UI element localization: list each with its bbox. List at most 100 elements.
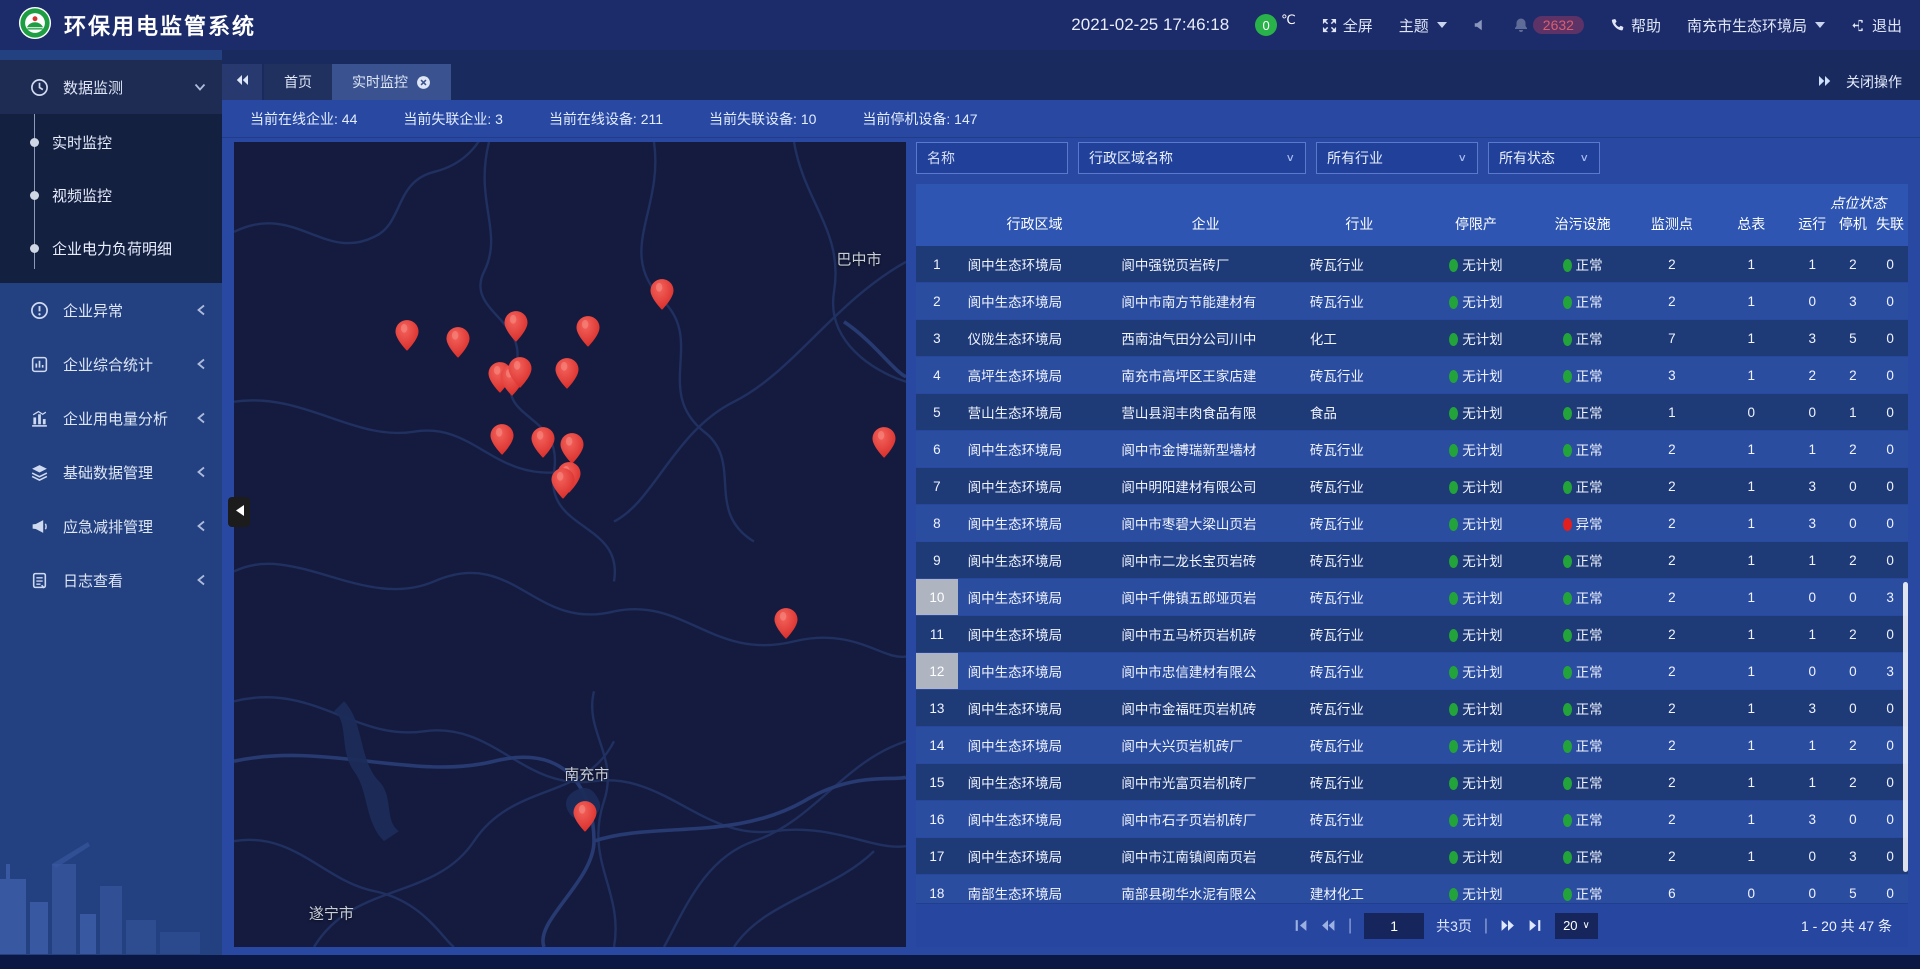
cell-no: 14	[916, 727, 958, 763]
table-scrollbar[interactable]	[1903, 582, 1908, 872]
cell-offline: 0	[1872, 886, 1908, 901]
notifications-button[interactable]: 2632	[1513, 16, 1584, 34]
sidebar-item-0[interactable]: 数据监测	[0, 60, 222, 114]
cell-facility: 正常	[1533, 698, 1632, 718]
cell-stop: 2	[1834, 553, 1873, 568]
prev-page-button[interactable]	[1320, 918, 1336, 933]
table-row[interactable]: 15阆中生态环境局阆中市光富页岩机砖厂砖瓦行业无计划正常21120	[916, 764, 1908, 801]
tab-realtime-monitor[interactable]: 实时监控	[332, 64, 451, 100]
user-dropdown[interactable]: 南充市生态环境局	[1687, 15, 1825, 36]
cell-region: 南部生态环境局	[958, 883, 1112, 903]
map-pin-icon[interactable]	[552, 468, 575, 499]
content-area: 当前在线企业: 44当前失联企业: 3当前在线设备: 211当前失联设备: 10…	[222, 100, 1920, 955]
map-pin-icon[interactable]	[573, 801, 596, 832]
map-pin-icon[interactable]	[651, 279, 674, 310]
cell-no: 2	[916, 283, 958, 319]
page-number-input[interactable]	[1364, 913, 1424, 939]
sidebar-section: 基础数据管理	[0, 445, 222, 499]
tab-close-icon[interactable]	[416, 75, 431, 90]
sidebar-item-5[interactable]: 应急减排管理	[0, 499, 222, 553]
map-pin-icon[interactable]	[447, 327, 470, 358]
last-page-button[interactable]	[1528, 918, 1543, 933]
help-button[interactable]: 帮助	[1610, 15, 1661, 36]
table-row[interactable]: 18南部生态环境局南部县砌华水泥有限公建材化工无计划正常60050	[916, 875, 1908, 903]
table-row[interactable]: 3仪陇生态环境局西南油气田分公司川中化工无计划正常71350	[916, 320, 1908, 357]
tabs-scroll-right-button[interactable]	[1818, 74, 1832, 91]
map-pin-icon[interactable]	[577, 316, 600, 347]
cell-production: 无计划	[1419, 513, 1533, 533]
sidebar-item-4[interactable]: 基础数据管理	[0, 445, 222, 499]
table-row[interactable]: 10阆中生态环境局阆中千佛镇五郎垭页岩砖瓦行业无计划正常21003	[916, 579, 1908, 616]
cell-production: 无计划	[1419, 883, 1533, 903]
sidebar-subitem[interactable]: 视频监控	[0, 169, 222, 222]
table-row[interactable]: 11阆中生态环境局阆中市五马桥页岩机砖砖瓦行业无计划正常21120	[916, 616, 1908, 653]
table-row[interactable]: 1阆中生态环境局阆中强锐页岩砖厂砖瓦行业无计划正常21120	[916, 246, 1908, 283]
industry-filter-select[interactable]: 所有行业 ∨	[1316, 142, 1478, 174]
sound-toggle[interactable]	[1473, 18, 1487, 32]
cell-stop: 2	[1834, 368, 1873, 383]
sidebar-item-3[interactable]: 企业用电量分析	[0, 391, 222, 445]
cell-industry: 砖瓦行业	[1300, 698, 1419, 718]
tab-home[interactable]: 首页	[264, 64, 332, 100]
close-operations-button[interactable]: 关闭操作	[1846, 72, 1902, 92]
cell-stop: 0	[1834, 701, 1873, 716]
fullscreen-button[interactable]: 全屏	[1322, 15, 1373, 36]
sidebar-item-1[interactable]: 企业异常	[0, 283, 222, 337]
map-pin-icon[interactable]	[873, 427, 896, 458]
table-row[interactable]: 14阆中生态环境局阆中大兴页岩机砖厂砖瓦行业无计划正常21120	[916, 727, 1908, 764]
name-filter-input[interactable]	[927, 150, 1057, 166]
sidebar-item-2[interactable]: 企业综合统计	[0, 337, 222, 391]
table-row[interactable]: 9阆中生态环境局阆中市二龙长宝页岩砖砖瓦行业无计划正常21120	[916, 542, 1908, 579]
status-filter-select[interactable]: 所有状态 ∨	[1488, 142, 1600, 174]
map-panel[interactable]: 巴中市南充市遂宁市	[234, 142, 906, 947]
map-pin-icon[interactable]	[491, 424, 514, 455]
table-row[interactable]: 7阆中生态环境局阆中明阳建材有限公司砖瓦行业无计划正常21300	[916, 468, 1908, 505]
map-pin-icon[interactable]	[561, 433, 584, 464]
table-row[interactable]: 17阆中生态环境局阆中市江南镇阆南页岩砖瓦行业无计划正常21030	[916, 838, 1908, 875]
table-row[interactable]: 12阆中生态环境局阆中市忠信建材有限公砖瓦行业无计划正常21003	[916, 653, 1908, 690]
cell-stop: 1	[1834, 405, 1873, 420]
table-row[interactable]: 13阆中生态环境局阆中市金福旺页岩机砖砖瓦行业无计划正常21300	[916, 690, 1908, 727]
sidebar-item-6[interactable]: 日志查看	[0, 553, 222, 607]
map-pin-icon[interactable]	[774, 608, 797, 639]
table-row[interactable]: 5营山生态环境局营山县润丰肉食品有限食品无计划正常10010	[916, 394, 1908, 431]
cell-no: 6	[916, 431, 958, 467]
status-dot-green	[1563, 888, 1572, 901]
map-collapse-button[interactable]	[228, 497, 250, 527]
cell-company: 西南油气田分公司川中	[1111, 328, 1299, 348]
column-header-run: 运行	[1791, 196, 1834, 234]
logout-button[interactable]: 退出	[1851, 15, 1902, 36]
sidebar-subitem[interactable]: 企业电力负荷明细	[0, 222, 222, 275]
region-filter-select[interactable]: 行政区域名称 ∨	[1078, 142, 1306, 174]
first-page-button[interactable]	[1293, 918, 1308, 933]
cell-production: 无计划	[1419, 587, 1533, 607]
table-row[interactable]: 4高坪生态环境局南充市高坪区王家店建砖瓦行业无计划正常31220	[916, 357, 1908, 394]
sidebar-item-label: 数据监测	[63, 77, 180, 98]
table-row[interactable]: 16阆中生态环境局阆中市石子页岩机砖厂砖瓦行业无计划正常21300	[916, 801, 1908, 838]
next-page-button[interactable]	[1500, 918, 1516, 933]
tabs-scroll-left-button[interactable]	[222, 64, 262, 100]
table-row[interactable]: 8阆中生态环境局阆中市枣碧大梁山页岩砖瓦行业无计划异常21300	[916, 505, 1908, 542]
cell-industry: 砖瓦行业	[1300, 513, 1419, 533]
cell-company: 营山县润丰肉食品有限	[1111, 402, 1299, 422]
map-pin-icon[interactable]	[395, 320, 418, 351]
temperature-unit: ℃	[1281, 12, 1296, 28]
map-pin-icon[interactable]	[532, 427, 555, 458]
column-header-no	[916, 206, 958, 224]
cell-industry: 砖瓦行业	[1300, 550, 1419, 570]
status-dot-green	[1563, 703, 1572, 716]
page-size-select[interactable]: 20 ∨	[1555, 913, 1598, 939]
cell-facility: 正常	[1533, 809, 1632, 829]
theme-dropdown[interactable]: 主题	[1399, 15, 1447, 36]
cell-run: 3	[1791, 331, 1834, 346]
cell-industry: 砖瓦行业	[1300, 624, 1419, 644]
map-pin-icon[interactable]	[508, 357, 531, 388]
table-row[interactable]: 6阆中生态环境局阆中市金博瑞新型墙材砖瓦行业无计划正常21120	[916, 431, 1908, 468]
map-pin-icon[interactable]	[556, 358, 579, 389]
map-pin-icon[interactable]	[504, 311, 527, 342]
speaker-icon	[1473, 18, 1487, 32]
chevron-down-icon: ∨	[1457, 152, 1467, 165]
cell-monitor: 1	[1632, 405, 1711, 420]
table-row[interactable]: 2阆中生态环境局阆中市南方节能建材有砖瓦行业无计划正常21030	[916, 283, 1908, 320]
sidebar-subitem[interactable]: 实时监控	[0, 116, 222, 169]
